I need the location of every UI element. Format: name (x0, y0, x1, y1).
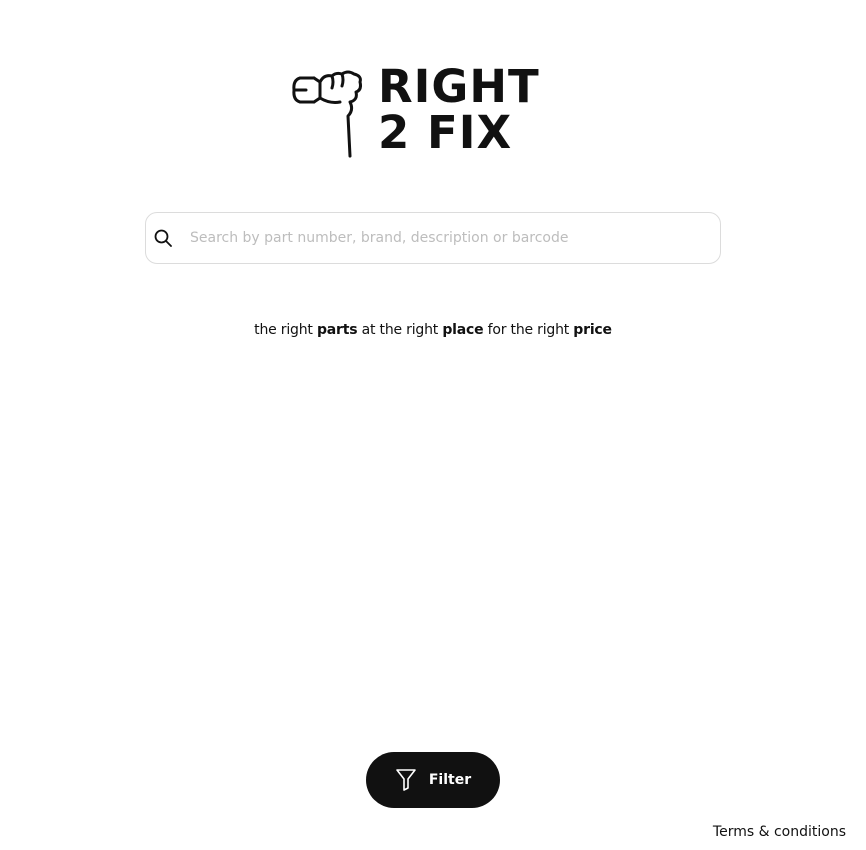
tagline: the right parts at the right place for t… (0, 322, 866, 338)
logo-line-2: 2 FIX (378, 106, 513, 159)
tagline-segment-bold: place (442, 322, 484, 338)
logo-wordmark: RIGHT 2 FIX (378, 64, 540, 156)
logo[interactable]: RIGHT 2 FIX (290, 64, 550, 158)
tagline-segment-bold: parts (316, 322, 358, 338)
page: RIGHT 2 FIX the right parts at the right… (0, 0, 866, 850)
tagline-segment-bold: price (573, 322, 612, 338)
tagline-segment: at the right (357, 322, 443, 338)
filter-button[interactable]: Filter (366, 752, 500, 808)
search-icon[interactable] (154, 229, 172, 247)
search-bar[interactable] (145, 212, 721, 264)
terms-link[interactable]: Terms & conditions (713, 824, 846, 840)
tagline-segment: for the right (483, 322, 574, 338)
wrench-hand-icon (292, 70, 362, 158)
funnel-icon (396, 769, 416, 791)
search-input[interactable] (190, 213, 710, 263)
logo-line-1: RIGHT (378, 60, 540, 113)
tagline-segment: the right (254, 322, 317, 338)
filter-button-label: Filter (428, 772, 472, 788)
